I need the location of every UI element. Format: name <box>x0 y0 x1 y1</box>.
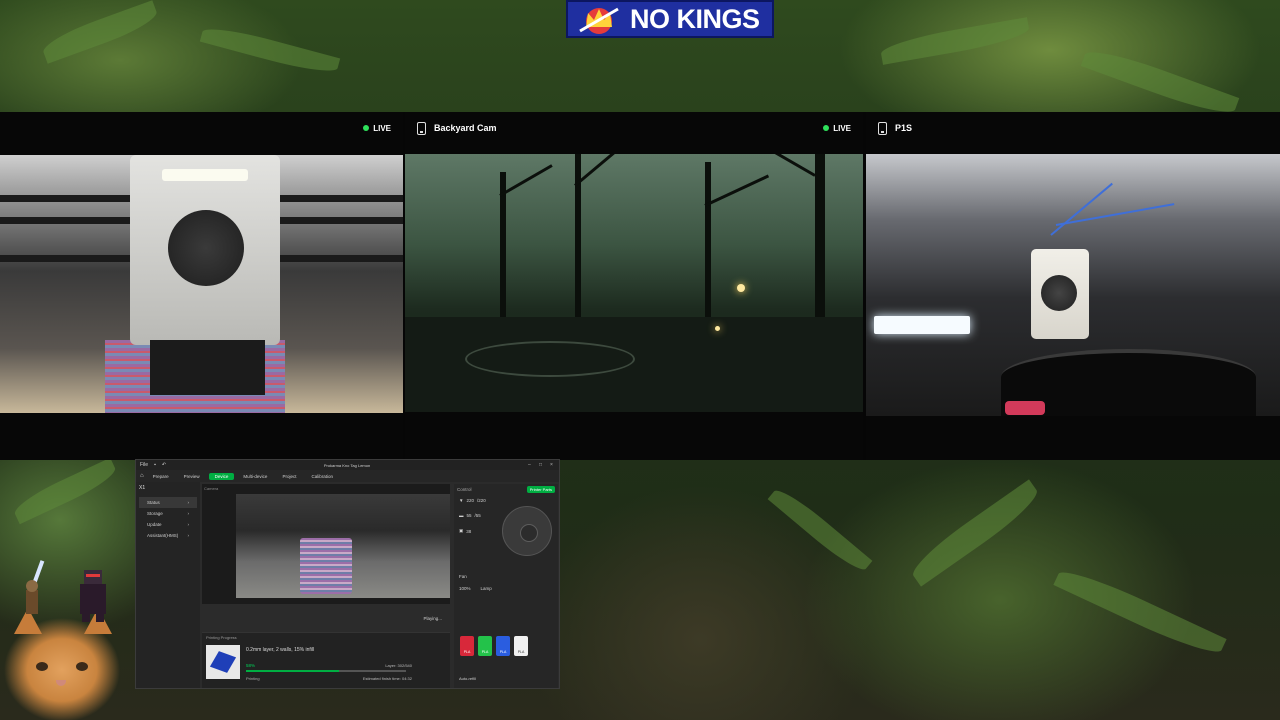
live-label: LIVE <box>833 123 851 133</box>
backyard-camera-feed <box>405 154 863 412</box>
speed-label: 100% <box>459 586 471 591</box>
save-icon[interactable]: ▪ <box>154 462 156 468</box>
crown-icon <box>579 7 619 34</box>
close-icon[interactable]: × <box>550 462 555 468</box>
ams-slot[interactable]: PLA <box>496 636 510 656</box>
progress-bar <box>246 670 406 672</box>
chamber-light <box>874 316 970 334</box>
tab-multi-device[interactable]: Multi-device <box>237 473 273 480</box>
printer-parts-button[interactable]: Printer Parts <box>526 486 555 493</box>
ams-slot[interactable]: PLA <box>478 636 492 656</box>
printer-toolhead <box>130 155 280 345</box>
phone-icon <box>878 121 887 135</box>
camera-panel-p1s[interactable]: P1S <box>866 112 1280 460</box>
banner-text: NO KINGS <box>630 3 760 34</box>
studio-titlebar: File ▪ ↶ Prokarma Kno Tag Lemon – □ × <box>136 460 559 470</box>
live-dot-icon <box>363 125 370 131</box>
device-camera-view <box>236 494 450 598</box>
window-title: Prokarma Kno Tag Lemon <box>323 462 371 468</box>
progress-bar-fill <box>246 670 339 672</box>
device-selector[interactable]: X1 <box>139 485 197 491</box>
device-sidebar: X1 Status › Storage › Update › Assistant(HM… <box>136 482 200 688</box>
camera-pane-label: Camera <box>204 486 219 491</box>
live-label: LIVE <box>373 123 391 133</box>
studio-body: X1 Status › Storage › Update › Assistant(HM… <box>136 482 559 688</box>
lamp-label[interactable]: Lamp <box>481 586 492 591</box>
ams-slot[interactable]: PLA <box>460 636 474 656</box>
auto-refill-label[interactable]: Auto-refill <box>459 676 476 681</box>
ams-slot[interactable]: PLA <box>514 636 528 656</box>
bed-icon: ▬ <box>459 513 464 518</box>
chevron-right-icon: › <box>187 511 190 516</box>
job-description: 0.2mm layer, 2 walls, 15% infill <box>246 647 315 653</box>
file-menu[interactable]: File <box>140 462 148 468</box>
undo-icon[interactable]: ↶ <box>162 462 166 468</box>
cube-icon <box>209 651 237 673</box>
studio-tabbar: ⌂ Prepare Preview Device Multi-device Pr… <box>136 470 559 482</box>
control-pane: Control Printer Parts ▼ 220/220 ▬ 55/55 … <box>454 484 558 688</box>
tab-project[interactable]: Project <box>276 473 302 480</box>
sword-figure-icon <box>26 560 45 614</box>
printed-bowl <box>1001 349 1256 416</box>
model-thumbnail <box>206 645 240 679</box>
bambu-studio-window[interactable]: File ▪ ↶ Prokarma Kno Tag Lemon – □ × ⌂ … <box>135 459 560 689</box>
chevron-right-icon: › <box>187 522 190 527</box>
speed-lamp-row[interactable]: 100% Lamp <box>459 586 492 591</box>
camera-name: Backyard Cam <box>434 123 497 133</box>
p1s-camera-feed <box>866 154 1280 416</box>
nozzle-temp-row[interactable]: ▼ 220/220 <box>459 498 486 503</box>
live-indicator: LIVE <box>823 124 851 133</box>
sidebar-item-assistant[interactable]: Assistant(HMS) › <box>139 530 197 541</box>
printing-progress-label: Printing Progress <box>206 635 237 640</box>
fan-row[interactable]: Fan <box>459 574 467 579</box>
print-stage: Printing <box>246 676 260 681</box>
printing-progress-pane: Printing Progress 0.2mm layer, 2 walls, … <box>202 632 450 688</box>
camera-panel-printer[interactable]: LIVE <box>0 112 403 460</box>
camera-status-bar: Playing... <box>202 604 450 632</box>
device-camera-pane: Camera <box>202 484 450 604</box>
sidebar-item-status[interactable]: Status › <box>139 497 197 508</box>
camera-name: P1S <box>895 123 913 133</box>
fan-label: Fan <box>459 574 467 579</box>
tab-preview[interactable]: Preview <box>178 473 206 480</box>
phone-icon <box>417 121 426 135</box>
tab-device[interactable]: Device <box>208 472 235 480</box>
camera-header: Backyard Cam LIVE <box>405 112 863 144</box>
nozzle-icon: ▼ <box>459 498 464 503</box>
no-kings-banner: NO KINGS <box>566 0 774 38</box>
sidebar-item-update[interactable]: Update › <box>139 519 197 530</box>
camera-header: P1S <box>866 112 1280 144</box>
chamber-icon: ▣ <box>459 528 464 533</box>
jog-wheel[interactable] <box>502 506 552 556</box>
layer-count: Layer: 302/540 <box>385 663 412 668</box>
knight-figure-icon <box>80 570 106 622</box>
sidebar-item-storage[interactable]: Storage › <box>139 508 197 519</box>
maximize-icon[interactable]: □ <box>539 462 544 468</box>
ams-slots: PLA PLA PLA PLA <box>460 636 528 656</box>
playing-label: Playing... <box>423 615 442 621</box>
eta-label: Estimated finish time: 04:32 <box>362 676 412 681</box>
minimize-icon[interactable]: – <box>528 462 533 468</box>
camera-panel-backyard[interactable]: Backyard Cam LIVE <box>405 112 863 460</box>
chevron-right-icon: › <box>187 533 190 538</box>
camera-header: LIVE <box>0 112 403 144</box>
live-indicator: LIVE <box>363 124 391 133</box>
chamber-temp-row: ▣ 38 <box>459 528 472 534</box>
tab-calibration[interactable]: Calibration <box>305 473 339 480</box>
bed-temp-row[interactable]: ▬ 55/55 <box>459 513 481 518</box>
p1s-toolhead <box>1031 249 1089 339</box>
tab-prepare[interactable]: Prepare <box>147 473 175 480</box>
home-icon[interactable]: ⌂ <box>140 473 144 479</box>
printer-camera-feed <box>0 155 403 413</box>
live-dot-icon <box>823 125 830 131</box>
chevron-right-icon: › <box>187 500 190 505</box>
progress-percent: 58% <box>246 663 256 668</box>
